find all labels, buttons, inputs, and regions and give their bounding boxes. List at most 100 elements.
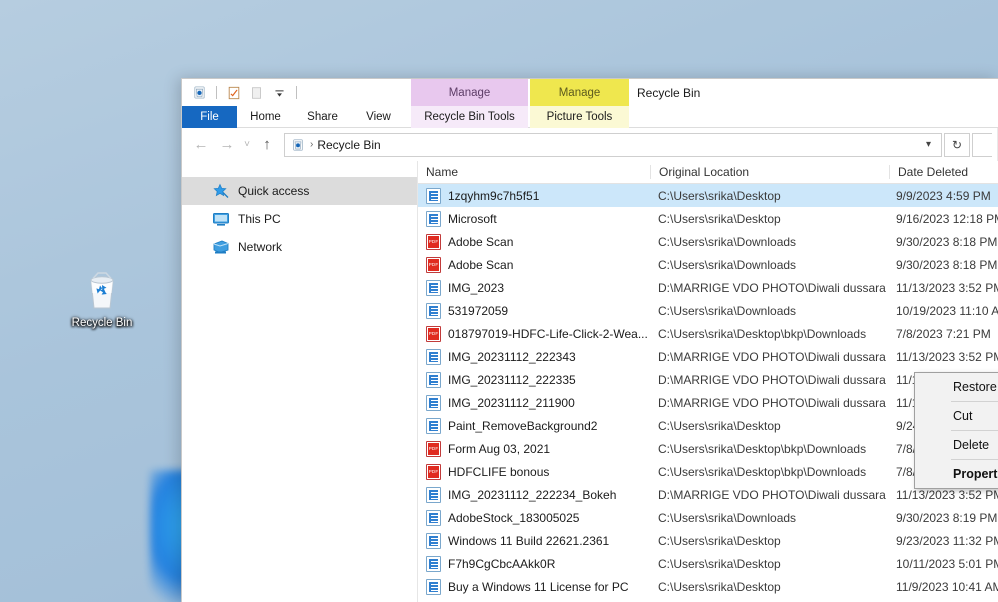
table-row[interactable]: IMG_2023D:\MARRIGE VDO PHOTO\Diwali duss…	[418, 276, 998, 299]
table-row[interactable]: Paint_LayersC:\Users\srika\Desktop9/24/2…	[418, 598, 998, 602]
column-header-original-location[interactable]: Original Location	[651, 165, 889, 179]
file-name-label: IMG_2023	[448, 281, 504, 295]
cell-name: HDFCLIFE bonous	[418, 464, 650, 480]
cell-original-location: C:\Users\srika\Desktop	[650, 419, 888, 433]
table-row[interactable]: Paint_RemoveBackground2 C:\Users\srika\De…	[418, 414, 998, 437]
address-bar-row: ← → ˅ ↑ › Recycle Bin ▾ ↻	[182, 128, 998, 161]
recycle-bin-icon	[289, 136, 306, 153]
cell-date-deleted: 7/8/2023 7:21 PM	[888, 327, 998, 341]
menu-item-properties[interactable]: Properties	[915, 462, 998, 486]
properties-icon[interactable]	[225, 84, 242, 101]
image-file-icon	[426, 395, 441, 411]
image-file-icon	[426, 418, 441, 434]
recycle-bin-icon	[78, 265, 126, 313]
pin-star-icon	[212, 183, 231, 200]
menu-item-restore[interactable]: Restore	[915, 375, 998, 399]
file-name-label: HDFCLIFE bonous	[448, 465, 549, 479]
search-input[interactable]	[972, 133, 992, 157]
sidebar-item-label: This PC	[238, 212, 281, 226]
table-row[interactable]: Form Aug 03, 2021C:\Users\srika\Desktop\…	[418, 437, 998, 460]
menu-separator	[951, 430, 998, 431]
file-name-label: IMG_20231112_222343	[448, 350, 576, 364]
cell-date-deleted: 10/19/2023 11:10 AM	[888, 304, 998, 318]
sidebar-item-this-pc[interactable]: This PC	[182, 205, 417, 233]
table-row[interactable]: 1zqyhm9c7h5f51C:\Users\srika\Desktop9/9/…	[418, 184, 998, 207]
tab-view[interactable]: View	[351, 106, 406, 128]
tab-home[interactable]: Home	[237, 106, 294, 128]
cell-date-deleted: 10/11/2023 5:01 PM	[888, 557, 998, 571]
table-row[interactable]: AdobeStock_183005025C:\Users\srika\Downl…	[418, 506, 998, 529]
image-file-icon	[426, 280, 441, 296]
cell-name: F7h9CgCbcAAkk0R	[418, 556, 650, 572]
sidebar-item-quick-access[interactable]: Quick access	[182, 177, 417, 205]
table-row[interactable]: F7h9CgCbcAAkk0RC:\Users\srika\Desktop10/…	[418, 552, 998, 575]
forward-button[interactable]: →	[214, 132, 240, 158]
table-row[interactable]: MicrosoftC:\Users\srika\Desktop9/16/2023…	[418, 207, 998, 230]
cell-original-location: D:\MARRIGE VDO PHOTO\Diwali dussara ...	[650, 396, 888, 410]
tab-file[interactable]: File	[182, 106, 237, 128]
table-row[interactable]: Windows 11 Build 22621.2361C:\Users\srik…	[418, 529, 998, 552]
cell-name: Buy a Windows 11 License for PC	[418, 579, 650, 595]
desktop-icon-recycle-bin[interactable]: Recycle Bin	[62, 265, 142, 329]
tab-recycle-bin-tools[interactable]: Recycle Bin Tools	[411, 106, 528, 128]
table-row[interactable]: 531972059C:\Users\srika\Downloads10/19/2…	[418, 299, 998, 322]
file-explorer-window: Manage Manage Recycle Bin File Home Shar…	[181, 78, 998, 602]
file-name-label: 531972059	[448, 304, 508, 318]
cell-name: Form Aug 03, 2021	[418, 441, 650, 457]
up-button[interactable]: ↑	[254, 132, 280, 158]
file-name-label: Form Aug 03, 2021	[448, 442, 550, 456]
ribbon-tab-bar: File Home Share View Recycle Bin Tools P…	[182, 106, 998, 128]
recent-locations-button[interactable]: ˅	[240, 132, 254, 158]
column-header-date-deleted[interactable]: Date Deleted	[890, 165, 998, 179]
image-file-icon	[426, 211, 441, 227]
table-row[interactable]: IMG_20231112_222335D:\MARRIGE VDO PHOTO\…	[418, 368, 998, 391]
image-file-icon	[426, 579, 441, 595]
cell-name: 018797019-HDFC-Life-Click-2-Wea...	[418, 326, 650, 342]
file-name-label: Microsoft	[448, 212, 497, 226]
pdf-file-icon	[426, 234, 441, 250]
table-row[interactable]: Adobe ScanC:\Users\srika\Downloads9/30/2…	[418, 253, 998, 276]
address-bar[interactable]: › Recycle Bin ▾	[284, 133, 942, 157]
sidebar-item-label: Network	[238, 240, 282, 254]
back-button[interactable]: ←	[188, 132, 214, 158]
table-row[interactable]: Buy a Windows 11 License for PCC:\Users\…	[418, 575, 998, 598]
cell-name: AdobeStock_183005025	[418, 510, 650, 526]
menu-separator	[951, 401, 998, 402]
table-row[interactable]: IMG_20231112_222343D:\MARRIGE VDO PHOTO\…	[418, 345, 998, 368]
menu-item-cut[interactable]: Cut	[915, 404, 998, 428]
contextual-tab-group-recycle-bin: Manage	[411, 79, 528, 106]
table-row[interactable]: Adobe ScanC:\Users\srika\Downloads9/30/2…	[418, 230, 998, 253]
image-file-icon	[426, 349, 441, 365]
column-header-name[interactable]: Name	[418, 165, 650, 179]
breadcrumb[interactable]: Recycle Bin	[317, 138, 920, 152]
pdf-file-icon	[426, 441, 441, 457]
network-icon	[212, 239, 231, 256]
table-row[interactable]: 018797019-HDFC-Life-Click-2-Wea...C:\Use…	[418, 322, 998, 345]
cell-original-location: C:\Users\srika\Desktop\bkp\Downloads	[650, 327, 888, 341]
recycle-bin-icon[interactable]	[191, 84, 208, 101]
table-row[interactable]: HDFCLIFE bonousC:\Users\srika\Desktop\bk…	[418, 460, 998, 483]
cell-date-deleted: 9/30/2023 8:18 PM	[888, 235, 998, 249]
table-row[interactable]: IMG_20231112_211900 D:\MARRIGE VDO PHOTO\…	[418, 391, 998, 414]
chevron-down-icon[interactable]: ▾	[920, 139, 937, 150]
new-folder-icon[interactable]	[248, 84, 265, 101]
desktop-icon-label: Recycle Bin	[62, 317, 142, 329]
context-menu: Restore Cut Delete Properties	[914, 372, 998, 489]
cell-name: IMG_20231112_222335	[418, 372, 650, 388]
cell-date-deleted: 9/9/2023 4:59 PM	[888, 189, 998, 203]
cell-date-deleted: 11/13/2023 3:52 PM	[888, 350, 998, 364]
refresh-button[interactable]: ↻	[944, 133, 970, 157]
file-name-label: Paint_RemoveBackground2	[448, 419, 597, 433]
window-titlebar[interactable]: Manage Manage Recycle Bin	[182, 79, 998, 106]
file-name-label: IMG_20231112_211900	[448, 396, 575, 410]
sidebar-item-network[interactable]: Network	[182, 233, 417, 261]
cell-date-deleted: 11/13/2023 3:52 PM	[888, 488, 998, 502]
toolbar-divider	[216, 86, 217, 99]
menu-item-delete[interactable]: Delete	[915, 433, 998, 457]
tab-share[interactable]: Share	[294, 106, 351, 128]
cell-name: IMG_20231112_222343	[418, 349, 650, 365]
tab-picture-tools[interactable]: Picture Tools	[530, 106, 629, 128]
customize-caret-icon[interactable]	[271, 84, 288, 101]
cell-date-deleted: 11/13/2023 3:52 PM	[888, 281, 998, 295]
table-row[interactable]: IMG_20231112_222234_BokehD:\MARRIGE VDO …	[418, 483, 998, 506]
